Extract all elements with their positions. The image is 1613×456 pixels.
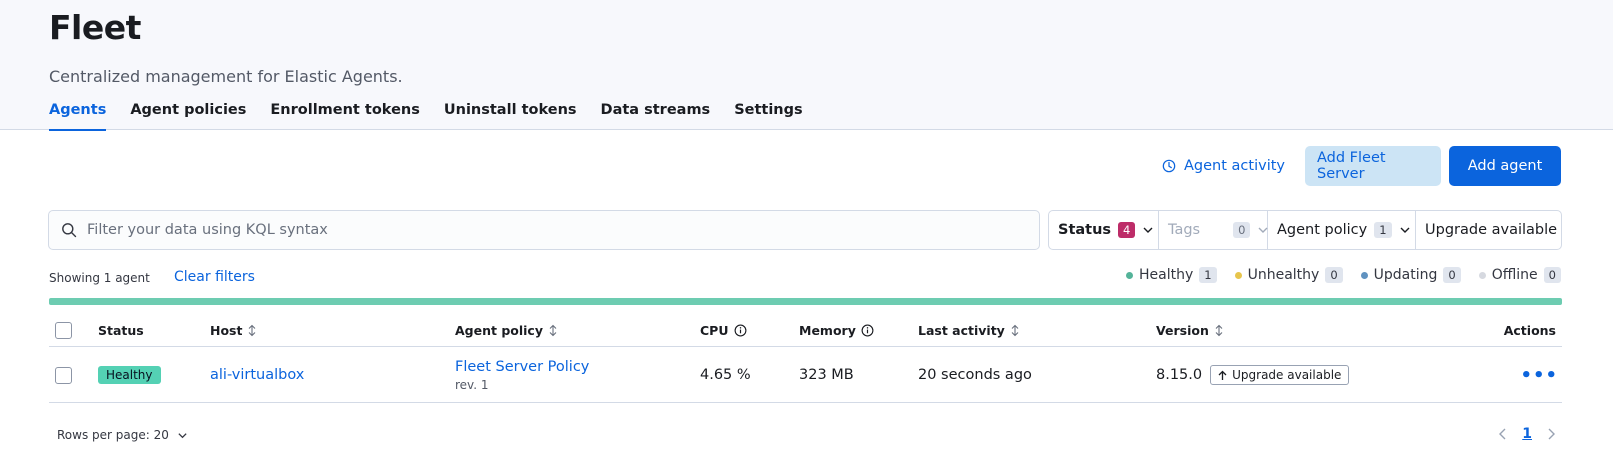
filter-group: Status 4 Tags 0 Agent policy 1 Upgrade a…	[1048, 210, 1562, 250]
upgrade-available-badge[interactable]: Upgrade available	[1210, 365, 1350, 385]
legend-healthy: Healthy 1	[1126, 267, 1217, 283]
row-select-cell	[55, 347, 72, 403]
tab-enrollment-tokens[interactable]: Enrollment tokens	[270, 99, 419, 130]
status-legend: Healthy 1 Unhealthy 0 Updating 0 Offline…	[1108, 267, 1561, 283]
tags-filter-label: Tags	[1168, 222, 1201, 238]
upgrade-available-filter-button[interactable]: Upgrade available	[1416, 211, 1566, 249]
search-icon	[61, 222, 77, 238]
select-all-checkbox[interactable]	[55, 321, 72, 339]
host-link[interactable]: ali-virtualbox	[210, 367, 304, 383]
agents-table: Status Host Agent policy CPU Memory Last…	[49, 313, 1562, 403]
agent-policy-filter-label: Agent policy	[1277, 222, 1368, 238]
status-filter-button[interactable]: Status 4	[1049, 211, 1159, 249]
rows-per-page-label: Rows per page: 20	[57, 428, 169, 442]
chevron-left-icon[interactable]	[1498, 427, 1508, 441]
policy-link[interactable]: Fleet Server Policy	[455, 359, 589, 375]
version-value: 8.15.0	[1156, 367, 1203, 383]
legend-count: 1	[1199, 267, 1217, 283]
legend-count: 0	[1443, 267, 1461, 283]
unhealthy-dot-icon	[1234, 271, 1242, 279]
policy-cell: Fleet Server Policy rev. 1	[455, 347, 589, 403]
upgrade-label: Upgrade available	[1232, 368, 1342, 382]
updating-dot-icon	[1360, 271, 1368, 279]
tab-bar: Agents Agent policies Enrollment tokens …	[49, 99, 827, 131]
actions-cell: •••	[1520, 347, 1558, 403]
pagination: 1	[1498, 426, 1556, 442]
clock-icon	[1162, 159, 1176, 173]
column-last-activity[interactable]: Last activity	[918, 313, 1020, 347]
version-cell: 8.15.0 Upgrade available	[1156, 347, 1350, 403]
agent-policy-filter-button[interactable]: Agent policy 1	[1268, 211, 1416, 249]
clear-filters-link[interactable]: Clear filters	[174, 269, 255, 285]
chevron-down-icon	[1399, 224, 1411, 236]
legend-label: Updating	[1373, 267, 1438, 283]
host-cell: ali-virtualbox	[210, 347, 304, 403]
status-cell: Healthy	[98, 347, 161, 403]
sort-icon	[1214, 324, 1224, 337]
status-badge: Healthy	[98, 366, 161, 384]
page-title: Fleet	[49, 8, 141, 47]
page-subtitle: Centralized management for Elastic Agent…	[49, 67, 403, 86]
add-fleet-server-button[interactable]: Add Fleet Server	[1305, 146, 1441, 186]
tab-settings[interactable]: Settings	[734, 99, 802, 130]
tab-agents[interactable]: Agents	[49, 99, 107, 131]
healthy-dot-icon	[1126, 271, 1133, 279]
agent-status-bar	[49, 298, 1562, 305]
page-actions: Agent activity Add Fleet Server Add agen…	[1148, 146, 1561, 186]
search-bar	[48, 210, 1040, 250]
info-icon[interactable]	[861, 324, 874, 337]
showing-count: Showing 1 agent	[49, 271, 150, 285]
tab-agent-policies[interactable]: Agent policies	[130, 99, 246, 130]
search-input[interactable]	[87, 222, 987, 238]
info-icon[interactable]	[734, 324, 747, 337]
agent-policy-filter-count: 1	[1374, 222, 1392, 238]
tab-uninstall-tokens[interactable]: Uninstall tokens	[444, 99, 577, 130]
agent-activity-button[interactable]: Agent activity	[1148, 146, 1299, 186]
memory-cell: 323 MB	[799, 367, 854, 383]
legend-updating: Updating 0	[1360, 267, 1461, 283]
page-number-button[interactable]: 1	[1522, 426, 1532, 442]
status-filter-label: Status	[1058, 222, 1112, 238]
add-agent-button[interactable]: Add agent	[1449, 146, 1561, 186]
chevron-down-icon	[1142, 224, 1154, 236]
arrow-up-icon	[1218, 370, 1227, 381]
column-agent-policy[interactable]: Agent policy	[455, 313, 558, 347]
column-memory: Memory	[799, 313, 874, 347]
agent-activity-label: Agent activity	[1184, 158, 1285, 174]
chevron-right-icon[interactable]	[1546, 427, 1556, 441]
legend-offline: Offline 0	[1478, 267, 1561, 283]
offline-dot-icon	[1478, 271, 1486, 279]
table-row: Healthy ali-virtualbox Fleet Server Poli…	[49, 347, 1562, 403]
sort-icon	[247, 324, 257, 337]
tags-filter-button[interactable]: Tags 0	[1159, 211, 1268, 249]
tab-data-streams[interactable]: Data streams	[601, 99, 711, 130]
legend-count: 0	[1543, 267, 1561, 283]
legend-label: Unhealthy	[1247, 267, 1320, 283]
legend-unhealthy: Unhealthy 0	[1234, 267, 1343, 283]
status-filter-count: 4	[1118, 222, 1136, 238]
row-checkbox[interactable]	[55, 366, 72, 384]
cpu-cell: 4.65 %	[700, 367, 751, 383]
page-header: Fleet Centralized management for Elastic…	[0, 0, 1613, 131]
column-version[interactable]: Version	[1156, 313, 1224, 347]
policy-revision: rev. 1	[455, 377, 489, 392]
legend-label: Healthy	[1139, 267, 1194, 283]
column-cpu: CPU	[700, 313, 747, 347]
table-header: Status Host Agent policy CPU Memory Last…	[49, 313, 1562, 347]
column-actions: Actions	[1503, 322, 1556, 338]
legend-count: 0	[1325, 267, 1343, 283]
legend-label: Offline	[1491, 267, 1538, 283]
column-host[interactable]: Host	[210, 313, 257, 347]
tags-filter-count: 0	[1233, 222, 1251, 238]
ellipsis-icon[interactable]: •••	[1520, 365, 1558, 386]
last-activity-cell: 20 seconds ago	[918, 367, 1032, 383]
chevron-down-icon	[177, 430, 188, 441]
select-all-cell	[55, 313, 72, 347]
column-status: Status	[98, 322, 144, 338]
sort-icon	[1010, 324, 1020, 337]
table-footer: Rows per page: 20 1	[49, 420, 1562, 456]
rows-per-page-button[interactable]: Rows per page: 20	[57, 428, 188, 442]
sort-icon	[548, 324, 558, 337]
